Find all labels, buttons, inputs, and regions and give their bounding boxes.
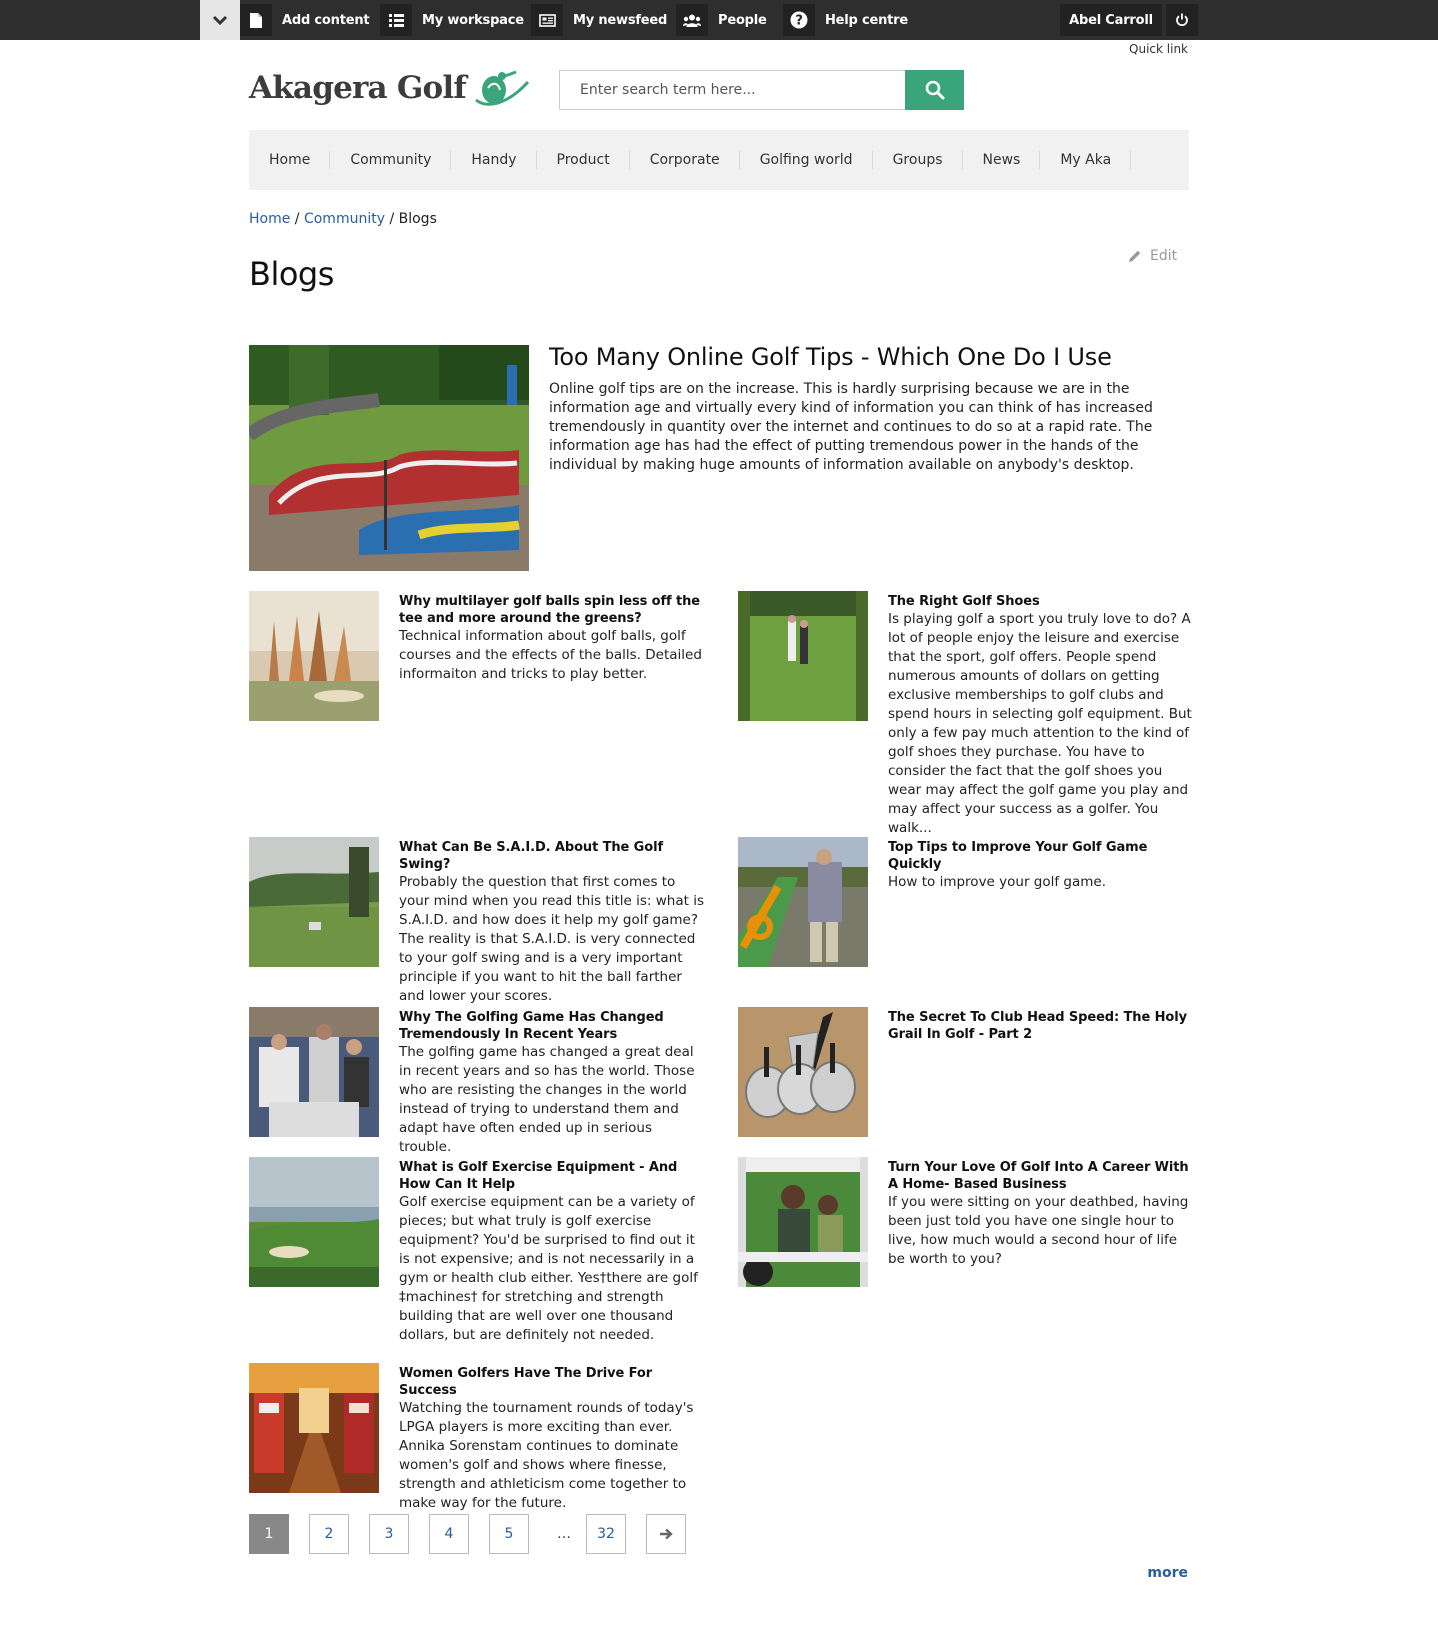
featured-post-title[interactable]: Too Many Online Golf Tips - Which One Do… [549,343,1112,371]
user-menu-button[interactable]: Abel Carroll [1060,4,1162,36]
edit-button[interactable]: Edit [1128,248,1177,264]
page-link[interactable]: 2 [309,1514,349,1554]
help-centre-button[interactable]: ? Help centre [783,0,908,40]
nav-item-handy[interactable]: Handy [451,130,537,190]
blog-card-title[interactable]: The Right Golf Shoes [888,593,1193,610]
nav-item-news[interactable]: News [963,130,1041,190]
newspaper-icon [531,4,563,36]
blog-card-excerpt: Is playing golf a sport you truly love t… [888,611,1192,836]
page-title: Blogs [249,255,334,293]
blog-card-excerpt: Golf exercise equipment can be a variety… [399,1194,698,1343]
next-page-button[interactable] [646,1514,686,1554]
page-link[interactable]: 5 [489,1514,529,1554]
blog-card-title[interactable]: Women Golfers Have The Drive For Success [399,1365,709,1399]
blog-card-title[interactable]: What is Golf Exercise Equipment - And Ho… [399,1159,704,1193]
breadcrumb-separator: / [385,211,399,227]
blog-card-title[interactable]: Why The Golfing Game Has Changed Tremend… [399,1009,704,1043]
toolbar-toggle-button[interactable] [200,0,240,40]
featured-post-image[interactable] [249,345,529,571]
people-label: People [718,12,767,28]
search-button[interactable] [905,70,964,110]
list-icon [380,4,412,36]
chevron-down-icon [212,15,228,26]
more-link[interactable]: more [1147,1565,1188,1581]
people-button[interactable]: People [676,0,767,40]
site-name: Akagera Golf [249,70,467,106]
my-workspace-label: My workspace [422,12,524,28]
main-navigation: Home Community Handy Product Corporate G… [249,130,1189,190]
blog-card-image[interactable] [249,1007,379,1137]
page-link-last[interactable]: 32 [586,1514,626,1554]
blog-card-image[interactable] [249,591,379,721]
site-logo[interactable]: Akagera Golf [249,68,532,108]
pagination: 1 2 3 4 5 … 32 [249,1514,706,1554]
blog-card-image[interactable] [738,591,868,721]
blog-card-title[interactable]: What Can Be S.A.I.D. About The Golf Swin… [399,839,704,873]
search-icon [925,80,944,100]
blog-card-title[interactable]: Why multilayer golf balls spin less off … [399,593,709,627]
my-newsfeed-button[interactable]: My newsfeed [531,0,667,40]
blog-card-image[interactable] [249,837,379,967]
nav-item-home[interactable]: Home [249,130,331,190]
blog-card-image[interactable] [738,837,868,967]
breadcrumb: Home / Community / Blogs [249,211,437,227]
golfer-logo-icon [474,70,530,106]
nav-item-groups[interactable]: Groups [873,130,963,190]
nav-item-product[interactable]: Product [537,130,630,190]
nav-item-my-aka[interactable]: My Aka [1040,130,1132,190]
logout-button[interactable] [1166,4,1198,36]
blog-card-excerpt: Probably the question that first comes t… [399,874,704,1004]
blog-card-image[interactable] [249,1363,379,1493]
blog-card-title[interactable]: Turn Your Love Of Golf Into A Career Wit… [888,1159,1193,1193]
page-link-current[interactable]: 1 [249,1514,289,1554]
blog-card-image[interactable] [738,1157,868,1287]
edit-label: Edit [1150,248,1178,264]
search-form [559,70,964,110]
nav-item-corporate[interactable]: Corporate [630,130,740,190]
blog-card-image[interactable] [249,1157,379,1287]
add-content-button[interactable]: Add content [240,0,370,40]
blog-card-excerpt: Watching the tournament rounds of today'… [399,1400,694,1511]
nav-item-community[interactable]: Community [330,130,452,190]
page-link[interactable]: 4 [429,1514,469,1554]
breadcrumb-community-link[interactable]: Community [304,211,385,227]
file-icon [240,4,272,36]
pager-ellipsis: … [557,1526,571,1542]
blog-card-excerpt: The golfing game has changed a great dea… [399,1044,695,1155]
search-input[interactable] [559,70,905,110]
admin-toolbar: Add content My workspace My newsfeed Peo… [0,0,1438,40]
add-content-label: Add content [282,12,370,28]
arrow-right-icon [660,1528,673,1540]
pencil-icon [1129,250,1141,262]
blog-card-title[interactable]: The Secret To Club Head Speed: The Holy … [888,1009,1193,1043]
question-icon: ? [783,4,815,36]
my-workspace-button[interactable]: My workspace [380,0,524,40]
nav-item-golfing-world[interactable]: Golfing world [740,130,873,190]
page-link[interactable]: 3 [369,1514,409,1554]
users-icon [676,4,708,36]
breadcrumb-home-link[interactable]: Home [249,211,290,227]
blog-card-image[interactable] [738,1007,868,1137]
blog-card-excerpt: If you were sitting on your deathbed, ha… [888,1194,1189,1267]
blog-card-excerpt: Technical information about golf balls, … [399,628,702,682]
my-newsfeed-label: My newsfeed [573,12,668,28]
help-centre-label: Help centre [825,12,909,28]
power-icon [1176,13,1188,27]
breadcrumb-separator: / [290,211,304,227]
svg-text:?: ? [795,14,802,29]
featured-post-excerpt: Online golf tips are on the increase. Th… [549,381,1153,473]
breadcrumb-current: Blogs [398,211,437,227]
blog-card-title[interactable]: Top Tips to Improve Your Golf Game Quick… [888,839,1193,873]
blog-card-excerpt: How to improve your golf game. [888,874,1107,890]
quick-link[interactable]: Quick link [1129,42,1188,56]
